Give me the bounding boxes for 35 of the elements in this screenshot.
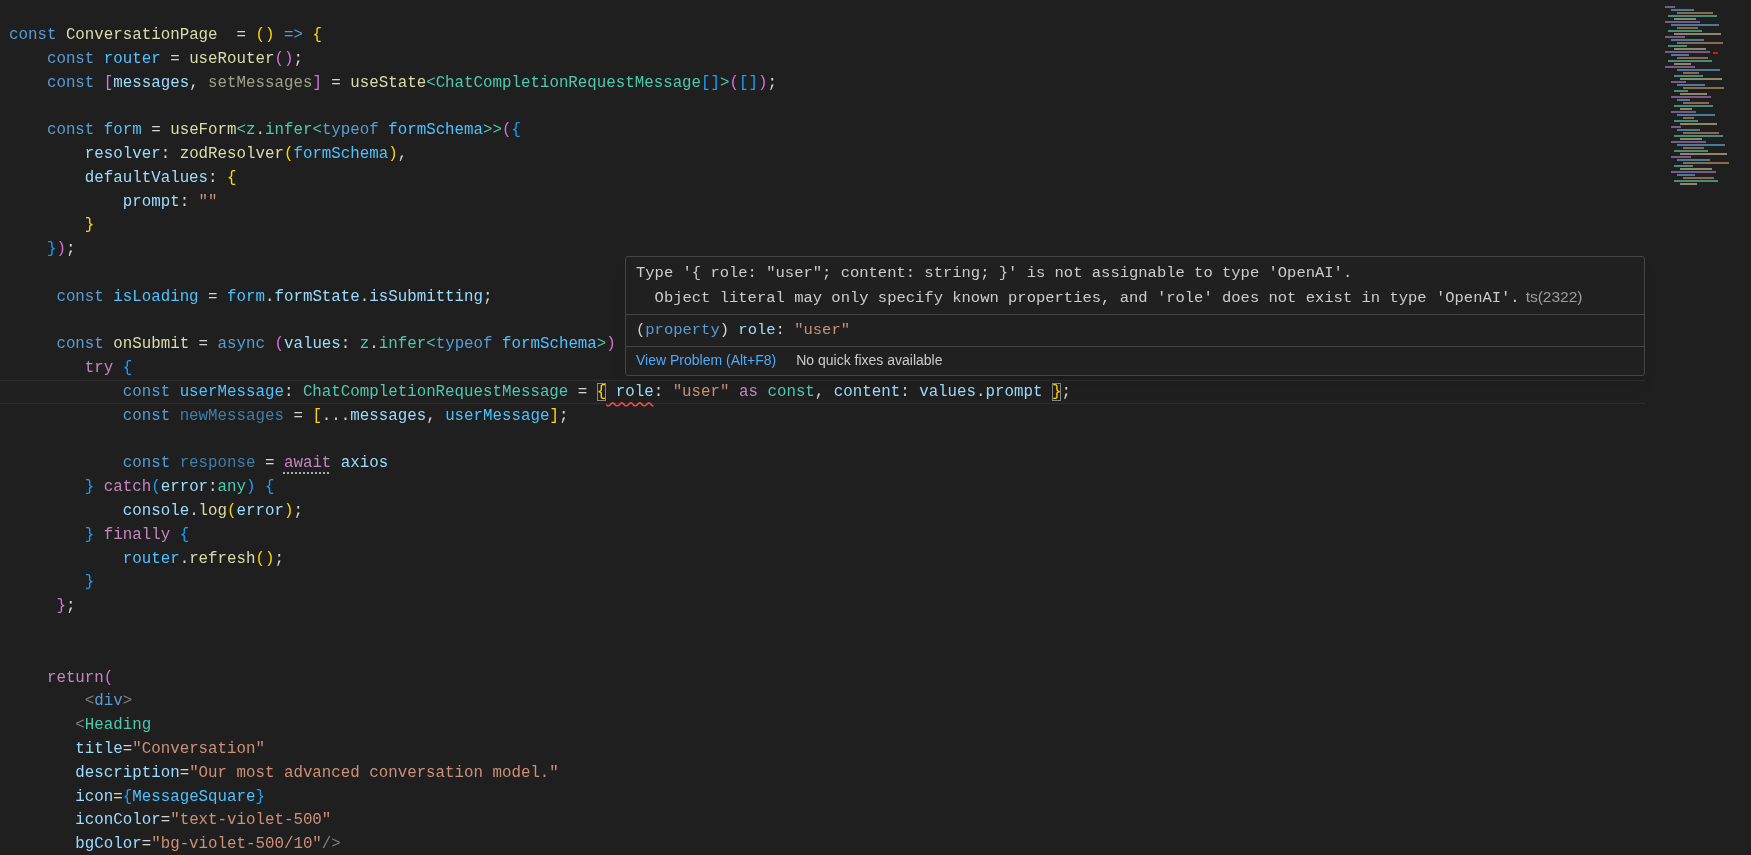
code-line: } catch(error:any) { <box>83 477 275 499</box>
code-line: const newMessages = [...messages, userMessage]; <box>121 405 569 427</box>
code-line: console.log(error); <box>121 500 303 522</box>
code-line: const onSubmit = async (values: z.infer<typeof formSchema>) <box>55 334 616 356</box>
view-problem-link[interactable]: View Problem (Alt+F8) <box>636 348 777 373</box>
code-line: <div> <box>83 691 133 713</box>
error-message: Object literal may only specify known properties, and 'role' does not exist in type 'OpenAI'. <box>653 288 1520 309</box>
code-line: }; <box>55 596 76 618</box>
code-line: } <box>83 215 95 237</box>
code-line: iconColor="text-violet-500" <box>74 810 332 832</box>
code-line: } <box>83 572 95 594</box>
code-line: const isLoading = form.formState.isSubmitting; <box>55 286 493 308</box>
error-code: ts(2322) <box>1525 287 1583 307</box>
code-line: }); <box>45 239 76 261</box>
code-line: router.refresh(); <box>121 548 284 570</box>
code-line: description="Our most advanced conversation model." <box>74 762 559 784</box>
code-line: const form = useForm<z.infer<typeof formSchema>>({ <box>45 120 521 142</box>
code-line: const [messages, setMessages] = useState<ChatCompletionRequestMessage[]>([]); <box>45 72 777 94</box>
code-line: const ConversationPage = () => { <box>9 25 322 46</box>
code-line: defaultValues: { <box>83 167 237 189</box>
type-signature: (property) role: "user" <box>636 321 850 339</box>
code-line: const response = await axios <box>121 453 389 475</box>
quick-fix-status: No quick fixes available <box>796 350 943 370</box>
code-line: bgColor="bg-violet-500/10"/> <box>74 834 341 855</box>
code-line: return( <box>45 667 114 689</box>
code-line: prompt: "" <box>121 191 218 213</box>
code-line: title="Conversation" <box>74 738 265 760</box>
code-line: try { <box>83 358 133 380</box>
code-line: resolver: zodResolver(formSchema), <box>83 144 408 165</box>
code-line: icon={MessageSquare} <box>74 786 265 808</box>
code-line: const userMessage: ChatCompletionRequestMessage = { role: "user" as const, content: values.prompt }; <box>121 381 1071 403</box>
code-line: <Heading <box>74 715 152 737</box>
code-line: } finally { <box>83 524 190 546</box>
code-line: const router = useRouter(); <box>45 48 303 70</box>
error-message: Type '{ role: "user"; content: string; }' is not assignable to type 'OpenAI'. <box>636 263 1353 284</box>
